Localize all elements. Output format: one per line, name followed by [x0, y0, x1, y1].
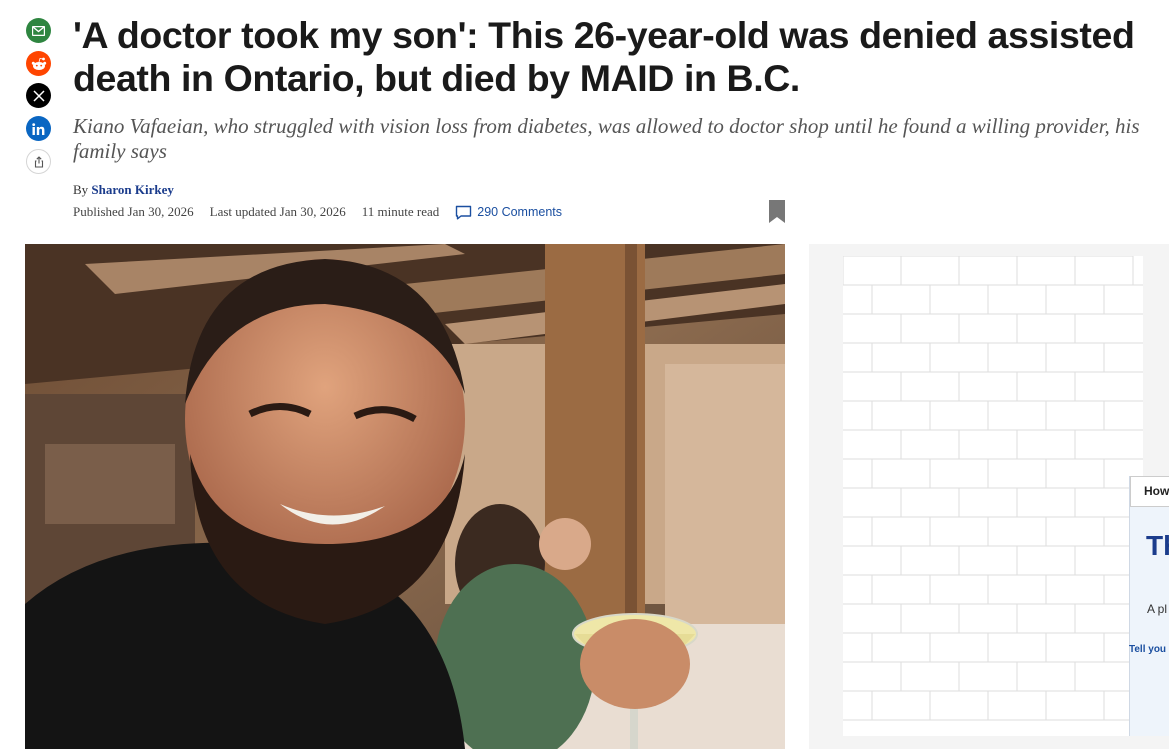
- share-linkedin-button[interactable]: [26, 116, 51, 141]
- byline: By Sharon Kirkey: [73, 182, 174, 198]
- updated-date: Last updated Jan 30, 2026: [209, 204, 346, 219]
- ad-question: How: [1130, 476, 1169, 507]
- ad-body: A pl: [1147, 602, 1168, 616]
- share-x-button[interactable]: [26, 83, 51, 108]
- share-reddit-button[interactable]: [26, 51, 51, 76]
- share-email-button[interactable]: [26, 18, 51, 43]
- published-date: Published Jan 30, 2026: [73, 204, 194, 219]
- comments-link[interactable]: 290 Comments: [455, 205, 562, 220]
- comment-icon: [456, 205, 472, 219]
- ad-placeholder-bricks: [843, 256, 1143, 736]
- bookmark-button[interactable]: [768, 199, 786, 229]
- share-icon: [34, 155, 43, 168]
- article-headline: 'A doctor took my son': This 26-year-old…: [73, 14, 1135, 99]
- reddit-icon: [31, 57, 46, 70]
- email-icon: [32, 25, 45, 36]
- hero-photo-image: [25, 244, 785, 749]
- hero-photo: [25, 244, 785, 749]
- bookmark-icon: [769, 200, 785, 223]
- article-meta: Published Jan 30, 2026 Last updated Jan …: [73, 204, 562, 220]
- article-deck: Kiano Vafaeian, who struggled with visio…: [73, 114, 1140, 163]
- ad-link[interactable]: Tell you: [1129, 644, 1166, 655]
- linkedin-icon: [32, 122, 45, 135]
- author-link[interactable]: Sharon Kirkey: [91, 182, 173, 197]
- share-more-button[interactable]: [26, 149, 51, 174]
- read-time: 11 minute read: [361, 204, 440, 219]
- byline-prefix: By: [73, 182, 89, 197]
- ad-headline: Th: [1146, 530, 1169, 561]
- x-icon: [32, 89, 45, 102]
- ad-panel: How Th A pl Tell you: [809, 244, 1169, 749]
- comments-count: 290 Comments: [477, 205, 563, 219]
